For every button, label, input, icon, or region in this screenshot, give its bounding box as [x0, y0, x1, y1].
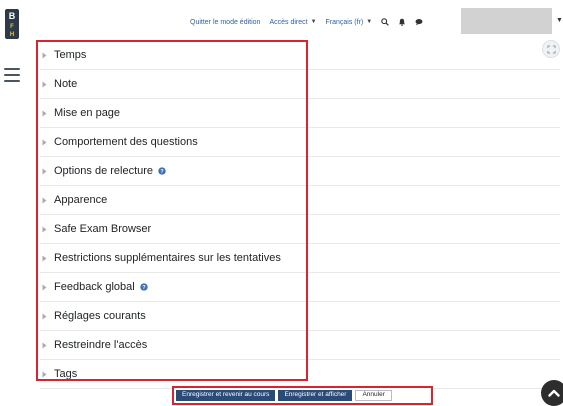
section-label: Restrictions supplémentaires sur les ten… — [54, 252, 281, 264]
save-and-display-button[interactable]: Enregistrer et afficher — [278, 390, 353, 401]
cancel-button[interactable]: Annuler — [355, 390, 392, 401]
exit-edit-mode-label: Quitter le mode édition — [190, 18, 261, 26]
chevron-right-icon — [42, 168, 54, 175]
top-navbar: Quitter le mode édition Accès direct ▼ Fr… — [190, 14, 432, 30]
chevron-right-icon — [42, 52, 54, 59]
settings-section-list: Temps Note Mise en page Comportement des qu… — [40, 41, 560, 389]
form-actions: Enregistrer et revenir au cours Enregist… — [172, 386, 433, 405]
collapsible-section-header[interactable]: Note — [40, 70, 560, 99]
direct-access-dropdown[interactable]: Accès direct ▼ — [269, 19, 316, 26]
section-label: Feedback global — [54, 281, 135, 293]
collapsible-section-header[interactable]: Apparence — [40, 186, 560, 215]
search-icon[interactable] — [381, 18, 389, 26]
collapsible-section-header[interactable]: Restreindre l'accès — [40, 331, 560, 360]
svg-text:H: H — [10, 32, 14, 38]
chevron-right-icon — [42, 81, 54, 88]
chevron-right-icon — [42, 255, 54, 262]
section-label: Temps — [54, 49, 87, 61]
collapsible-section-header[interactable]: Options de relecture? — [40, 157, 560, 186]
section-label: Comportement des questions — [54, 136, 198, 148]
collapsible-section-header[interactable]: Tags — [40, 360, 560, 389]
chevron-down-icon: ▼ — [310, 19, 317, 25]
collapsible-section-header[interactable]: Feedback global? — [40, 273, 560, 302]
direct-access-label: Accès direct — [269, 18, 308, 26]
help-icon[interactable]: ? — [158, 167, 166, 175]
notifications-icon[interactable] — [398, 18, 406, 26]
chevron-right-icon — [42, 139, 54, 146]
user-menu-chevron-icon[interactable]: ▼ — [556, 17, 563, 24]
chevron-down-icon: ▼ — [366, 19, 373, 25]
user-menu-avatar[interactable] — [461, 8, 552, 34]
menu-hamburger-icon[interactable] — [4, 68, 20, 82]
chevron-right-icon — [42, 226, 54, 233]
language-dropdown[interactable]: Français (fr) ▼ — [326, 19, 373, 26]
save-and-return-button[interactable]: Enregistrer et revenir au cours — [176, 390, 276, 401]
help-icon[interactable]: ? — [140, 283, 148, 291]
section-label: Tags — [54, 368, 78, 380]
bfh-logo[interactable]: B F H — [5, 9, 19, 39]
chevron-up-icon — [548, 389, 560, 397]
messages-icon[interactable] — [415, 18, 423, 26]
collapsible-section-header[interactable]: Réglages courants — [40, 302, 560, 331]
section-label: Restreindre l'accès — [54, 339, 148, 351]
svg-text:?: ? — [142, 285, 146, 291]
scroll-to-top-button[interactable] — [541, 380, 563, 406]
exit-edit-mode-link[interactable]: Quitter le mode édition — [190, 19, 260, 26]
collapsible-section-header[interactable]: Temps — [40, 41, 560, 70]
language-label: Français (fr) — [325, 18, 364, 26]
section-label: Options de relecture — [54, 165, 154, 177]
chevron-right-icon — [42, 284, 54, 291]
chevron-right-icon — [42, 313, 54, 320]
svg-text:B: B — [9, 11, 16, 21]
section-label: Réglages courants — [54, 310, 146, 322]
section-label: Note — [54, 78, 78, 90]
chevron-right-icon — [42, 371, 54, 378]
svg-text:?: ? — [160, 169, 164, 175]
collapsible-section-header[interactable]: Mise en page — [40, 99, 560, 128]
collapsible-section-header[interactable]: Safe Exam Browser — [40, 215, 560, 244]
section-label: Mise en page — [54, 107, 121, 119]
chevron-right-icon — [42, 197, 54, 204]
chevron-right-icon — [42, 342, 54, 349]
section-label: Apparence — [54, 194, 108, 206]
chevron-right-icon — [42, 110, 54, 117]
section-label: Safe Exam Browser — [54, 223, 152, 235]
collapsible-section-header[interactable]: Comportement des questions — [40, 128, 560, 157]
collapsible-section-header[interactable]: Restrictions supplémentaires sur les ten… — [40, 244, 560, 273]
svg-text:F: F — [10, 24, 14, 30]
